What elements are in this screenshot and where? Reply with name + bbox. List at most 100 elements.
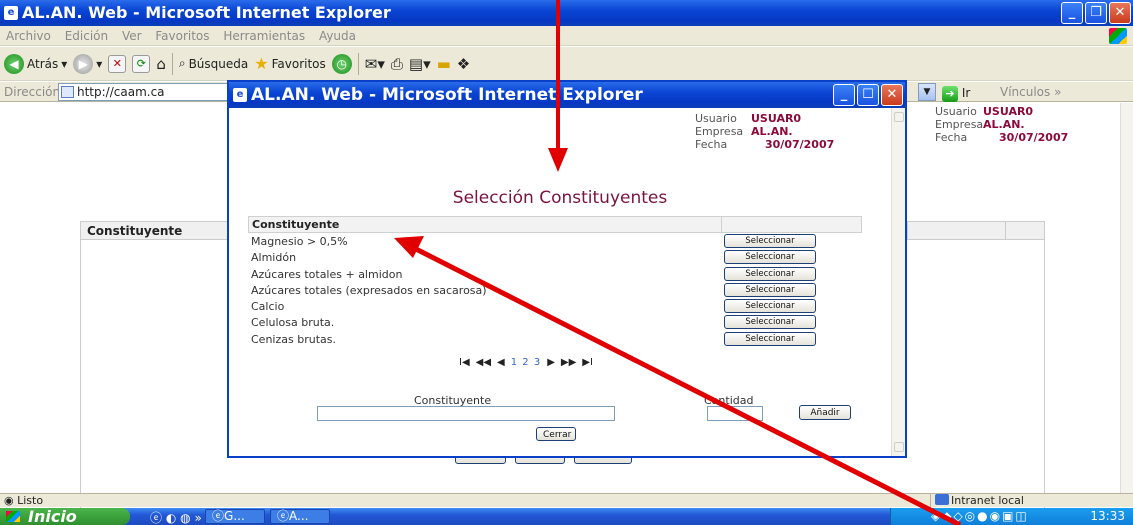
links-button[interactable]: Vínculos » (1000, 82, 1061, 102)
popup-titlebar[interactable]: e AL.AN. Web - Microsoft Internet Explor… (229, 82, 905, 108)
print-icon[interactable]: ⎙ (391, 55, 403, 73)
windows-flag-icon (1109, 28, 1127, 44)
menu-archivo[interactable]: Archivo (6, 29, 51, 43)
table-row: Celulosa bruta. Seleccionar (248, 314, 862, 330)
search-button[interactable]: ⌕ Búsqueda (179, 56, 248, 71)
scroll-up-icon[interactable] (894, 112, 904, 122)
popup-title: AL.AN. Web - Microsoft Internet Explorer (251, 85, 643, 105)
address-label: Dirección (4, 85, 61, 99)
star-icon: ★ (254, 54, 269, 73)
menu-favoritos[interactable]: Favoritos (155, 29, 209, 43)
user-name: USUAR0 (751, 112, 802, 125)
messenger-icon[interactable]: ❖ (457, 55, 470, 73)
select-button[interactable]: Seleccionar (724, 250, 816, 265)
popup-close-button[interactable]: ✕ (881, 84, 903, 106)
history-icon[interactable]: ◷ (331, 53, 352, 74)
system-tray: ◈◆◇◎●◉▣◫ 13:33 (890, 508, 1133, 525)
constituent-name: Cenizas brutas. (251, 332, 336, 346)
current-date: 30/07/2007 (999, 131, 1069, 144)
next-block-button[interactable]: ▶▶ (561, 357, 576, 368)
go-button[interactable]: ➔ Ir (942, 83, 970, 103)
address-input[interactable]: http://caam.ca (58, 83, 228, 101)
back-button[interactable]: ◀ Atrás ▾ (4, 53, 68, 74)
intranet-icon (935, 494, 949, 505)
ie-icon: e (4, 6, 18, 20)
clock: 13:33 (1090, 509, 1125, 523)
prev-block-button[interactable]: ◀◀ (476, 357, 491, 368)
address-dropdown-button[interactable]: ▼ (918, 83, 936, 101)
window-title: AL.AN. Web - Microsoft Internet Explorer (22, 3, 391, 22)
table-header-cell (907, 222, 908, 240)
last-page-button[interactable]: ▶I (582, 357, 593, 368)
table-row: Azúcares totales + almidon Seleccionar (248, 266, 862, 282)
maximize-button[interactable]: ❐ (1085, 2, 1107, 24)
taskbar: Inicio ⓔ ◐ ◍ » ⓔG... ⓔA... ◈◆◇◎●◉▣◫ 13:3… (0, 508, 1133, 525)
select-button[interactable]: Seleccionar (724, 282, 816, 297)
tray-icons[interactable]: ◈◆◇◎●◉▣◫ (931, 508, 1029, 525)
table-header-label: Constituyente (252, 218, 340, 231)
start-button[interactable]: Inicio (0, 508, 130, 525)
menu-ayuda[interactable]: Ayuda (319, 29, 356, 43)
select-button[interactable]: Seleccionar (724, 299, 816, 314)
menu-edicion[interactable]: Edición (65, 29, 108, 43)
current-date: 30/07/2007 (765, 138, 835, 151)
refresh-icon[interactable]: ⟳ (132, 54, 151, 73)
page-numbers[interactable]: 1 2 3 (511, 357, 541, 368)
desktop-quicklaunch-icon[interactable]: ◍ (180, 511, 190, 525)
select-button[interactable]: Seleccionar (724, 234, 816, 248)
taskbar-item[interactable]: ⓔA... (270, 509, 330, 524)
taskbar-item[interactable]: ⓔG... (205, 509, 265, 524)
table-row: Almidón Seleccionar (248, 249, 862, 265)
media-quicklaunch-icon[interactable]: ◐ (166, 511, 176, 525)
search-icon: ⌕ (178, 56, 186, 70)
minimize-button[interactable]: _ (1061, 2, 1083, 24)
ie-icon: ⓔ (212, 509, 225, 523)
select-button[interactable]: Seleccionar (724, 315, 816, 330)
popup-minimize-button[interactable]: _ (833, 84, 855, 106)
first-page-button[interactable]: I◀ (459, 357, 470, 368)
prev-page-button[interactable]: ◀ (497, 357, 505, 368)
table-header: Constituyente (248, 216, 862, 233)
windows-logo-icon (6, 511, 20, 522)
status-page-icon: ◉ (4, 494, 14, 507)
ie-icon: e (233, 88, 247, 102)
select-button[interactable]: Seleccionar (724, 266, 816, 281)
next-page-button[interactable]: ▶ (547, 357, 555, 368)
chevron-down-icon: ▾ (61, 56, 68, 71)
favorites-button[interactable]: ★ Favoritos (254, 54, 326, 73)
company-name: AL.AN. (751, 125, 793, 138)
main-window-titlebar[interactable]: e AL.AN. Web - Microsoft Internet Explor… (0, 0, 1133, 26)
toolbar: ◀ Atrás ▾ ▶ ▾ ✕ ⟳ ⌂ ⌕ Búsqueda ★ Favorit… (0, 47, 1133, 81)
popup-scrollbar[interactable] (891, 108, 905, 456)
close-popup-button[interactable]: Cerrar (536, 427, 576, 441)
constituent-name: Almidón (251, 251, 297, 265)
user-name: USUAR0 (983, 105, 1034, 118)
back-arrow-icon: ◀ (4, 53, 24, 74)
status-text: ◉ Listo (4, 494, 44, 507)
close-button[interactable]: ✕ (1109, 2, 1131, 24)
window-controls: _ ❐ ✕ (1061, 2, 1131, 24)
scroll-down-icon[interactable] (894, 442, 904, 452)
quantity-input[interactable] (707, 406, 763, 421)
mail-icon[interactable]: ✉▾ (365, 55, 385, 73)
stop-icon[interactable]: ✕ (108, 54, 127, 73)
folder-icon[interactable]: ▬ (437, 55, 451, 73)
ie-quicklaunch-icon[interactable]: ⓔ (150, 511, 162, 525)
select-button[interactable]: Seleccionar (724, 331, 816, 346)
toolbar-separator (357, 52, 359, 75)
forward-button[interactable]: ▶ ▾ (73, 53, 102, 74)
quicklaunch-more-icon[interactable]: » (194, 511, 201, 525)
home-icon[interactable]: ⌂ (156, 55, 166, 73)
popup-maximize-button[interactable]: ☐ (857, 84, 879, 106)
constituent-input[interactable] (317, 406, 615, 421)
table-header-cell (1005, 222, 1006, 240)
edit-icon[interactable]: ▤▾ (409, 55, 431, 73)
vertical-scrollbar[interactable] (1120, 103, 1133, 493)
zone-indicator: Intranet local (930, 494, 1024, 508)
add-button[interactable]: Añadir (799, 405, 851, 420)
popup-window: e AL.AN. Web - Microsoft Internet Explor… (227, 80, 907, 458)
toolbar-separator (171, 52, 173, 75)
menu-ver[interactable]: Ver (122, 29, 142, 43)
ie-icon: ⓔ (277, 509, 290, 523)
menu-herramientas[interactable]: Herramientas (223, 29, 305, 43)
